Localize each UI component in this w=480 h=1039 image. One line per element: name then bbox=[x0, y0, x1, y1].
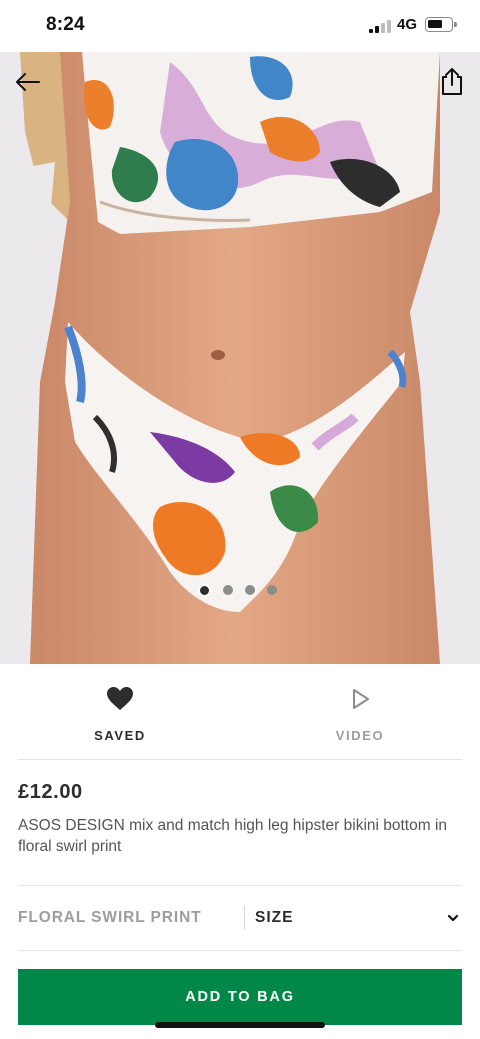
share-button[interactable] bbox=[436, 66, 468, 98]
play-icon bbox=[353, 689, 369, 709]
gallery-dot[interactable] bbox=[223, 585, 233, 595]
home-indicator[interactable] bbox=[155, 1022, 325, 1028]
video-label: VIDEO bbox=[335, 728, 385, 743]
gallery-dot[interactable] bbox=[245, 585, 255, 595]
status-bar: 8:24 4G bbox=[0, 0, 480, 52]
saved-label: SAVED bbox=[94, 728, 146, 743]
gallery-dot-active[interactable] bbox=[198, 583, 211, 597]
product-photo bbox=[0, 52, 480, 664]
video-button[interactable]: VIDEO bbox=[240, 664, 480, 760]
back-button[interactable] bbox=[12, 66, 44, 98]
status-time: 8:24 bbox=[46, 14, 85, 35]
product-image-gallery[interactable] bbox=[0, 52, 480, 664]
size-dropdown[interactable]: SIZE bbox=[255, 909, 446, 927]
selector-divider bbox=[244, 906, 245, 930]
colour-label: FLORAL SWIRL PRINT bbox=[18, 909, 202, 926]
variant-selector: FLORAL SWIRL PRINT SIZE bbox=[18, 886, 462, 950]
add-to-bag-button[interactable]: ADD TO BAG bbox=[18, 969, 462, 1025]
divider bbox=[18, 759, 462, 760]
network-label: 4G bbox=[397, 16, 418, 33]
gallery-dot[interactable] bbox=[267, 585, 277, 595]
heart-icon bbox=[107, 687, 133, 710]
product-price: £12.00 bbox=[18, 781, 83, 803]
product-title: ASOS DESIGN mix and match high leg hipst… bbox=[18, 817, 448, 855]
arrow-left-icon bbox=[16, 73, 40, 91]
divider bbox=[18, 950, 462, 951]
chevron-down-icon[interactable] bbox=[446, 911, 460, 925]
battery-icon bbox=[425, 17, 457, 32]
saved-button[interactable]: SAVED bbox=[0, 664, 240, 760]
signal-icon bbox=[369, 20, 391, 33]
share-icon bbox=[442, 68, 462, 95]
gallery-pagination bbox=[198, 583, 277, 597]
product-actions: SAVED VIDEO bbox=[0, 664, 480, 760]
